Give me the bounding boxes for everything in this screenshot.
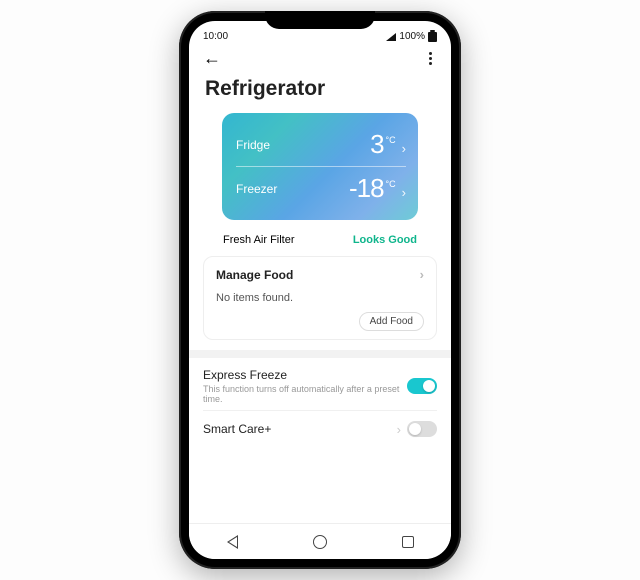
battery-icon	[428, 32, 437, 42]
system-nav-bar	[189, 523, 451, 559]
chevron-right-icon: ›	[402, 185, 406, 200]
app-bar: ←	[189, 43, 451, 69]
nav-back-button[interactable]	[227, 535, 238, 549]
nav-recents-button[interactable]	[402, 536, 414, 548]
temperature-card: Fridge 3 °C › Freezer -18 °C ›	[222, 113, 418, 220]
signal-icon	[386, 33, 396, 41]
nav-home-button[interactable]	[313, 535, 327, 549]
manage-food-header[interactable]: Manage Food ›	[216, 267, 424, 282]
smart-care-row[interactable]: Smart Care+ ›	[203, 411, 437, 443]
chevron-right-icon: ›	[420, 267, 424, 282]
express-freeze-name: Express Freeze	[203, 368, 407, 382]
smart-care-toggle[interactable]	[407, 421, 437, 437]
page-title: Refrigerator	[205, 77, 437, 101]
fridge-label: Fridge	[236, 138, 270, 152]
notch	[265, 11, 375, 29]
more-options-button[interactable]	[423, 52, 437, 65]
chevron-right-icon: ›	[402, 141, 406, 156]
filter-status: Looks Good	[353, 234, 417, 246]
battery-percent: 100%	[399, 31, 425, 42]
freezer-label: Freezer	[236, 182, 277, 196]
status-time: 10:00	[203, 31, 228, 42]
phone-frame: 10:00 100% ← Refrigerator Fridge 3 °C ›	[179, 11, 461, 569]
freezer-value: -18	[349, 173, 384, 204]
fridge-temp-row[interactable]: Fridge 3 °C ›	[236, 123, 406, 166]
back-button[interactable]: ←	[203, 49, 221, 67]
manage-food-heading: Manage Food	[216, 268, 293, 282]
fridge-value: 3	[370, 129, 383, 160]
manage-food-card: Manage Food › No items found. Add Food	[203, 256, 437, 340]
express-freeze-desc: This function turns off automatically af…	[203, 384, 407, 404]
freezer-temp-row[interactable]: Freezer -18 °C ›	[236, 166, 406, 210]
manage-food-empty: No items found.	[216, 292, 424, 304]
content-scroll[interactable]: Refrigerator Fridge 3 °C › Freezer -18 °…	[189, 69, 451, 523]
freezer-unit: °C	[386, 179, 396, 189]
section-separator	[189, 350, 451, 358]
express-freeze-toggle[interactable]	[407, 378, 437, 394]
status-right: 100%	[386, 31, 437, 42]
filter-label: Fresh Air Filter	[223, 234, 295, 246]
smart-care-name: Smart Care+	[203, 422, 271, 436]
air-filter-row: Fresh Air Filter Looks Good	[203, 230, 437, 256]
express-freeze-row[interactable]: Express Freeze This function turns off a…	[203, 358, 437, 411]
fridge-unit: °C	[386, 135, 396, 145]
add-food-button[interactable]: Add Food	[359, 312, 424, 331]
chevron-right-icon: ›	[397, 422, 401, 437]
screen: 10:00 100% ← Refrigerator Fridge 3 °C ›	[189, 21, 451, 559]
